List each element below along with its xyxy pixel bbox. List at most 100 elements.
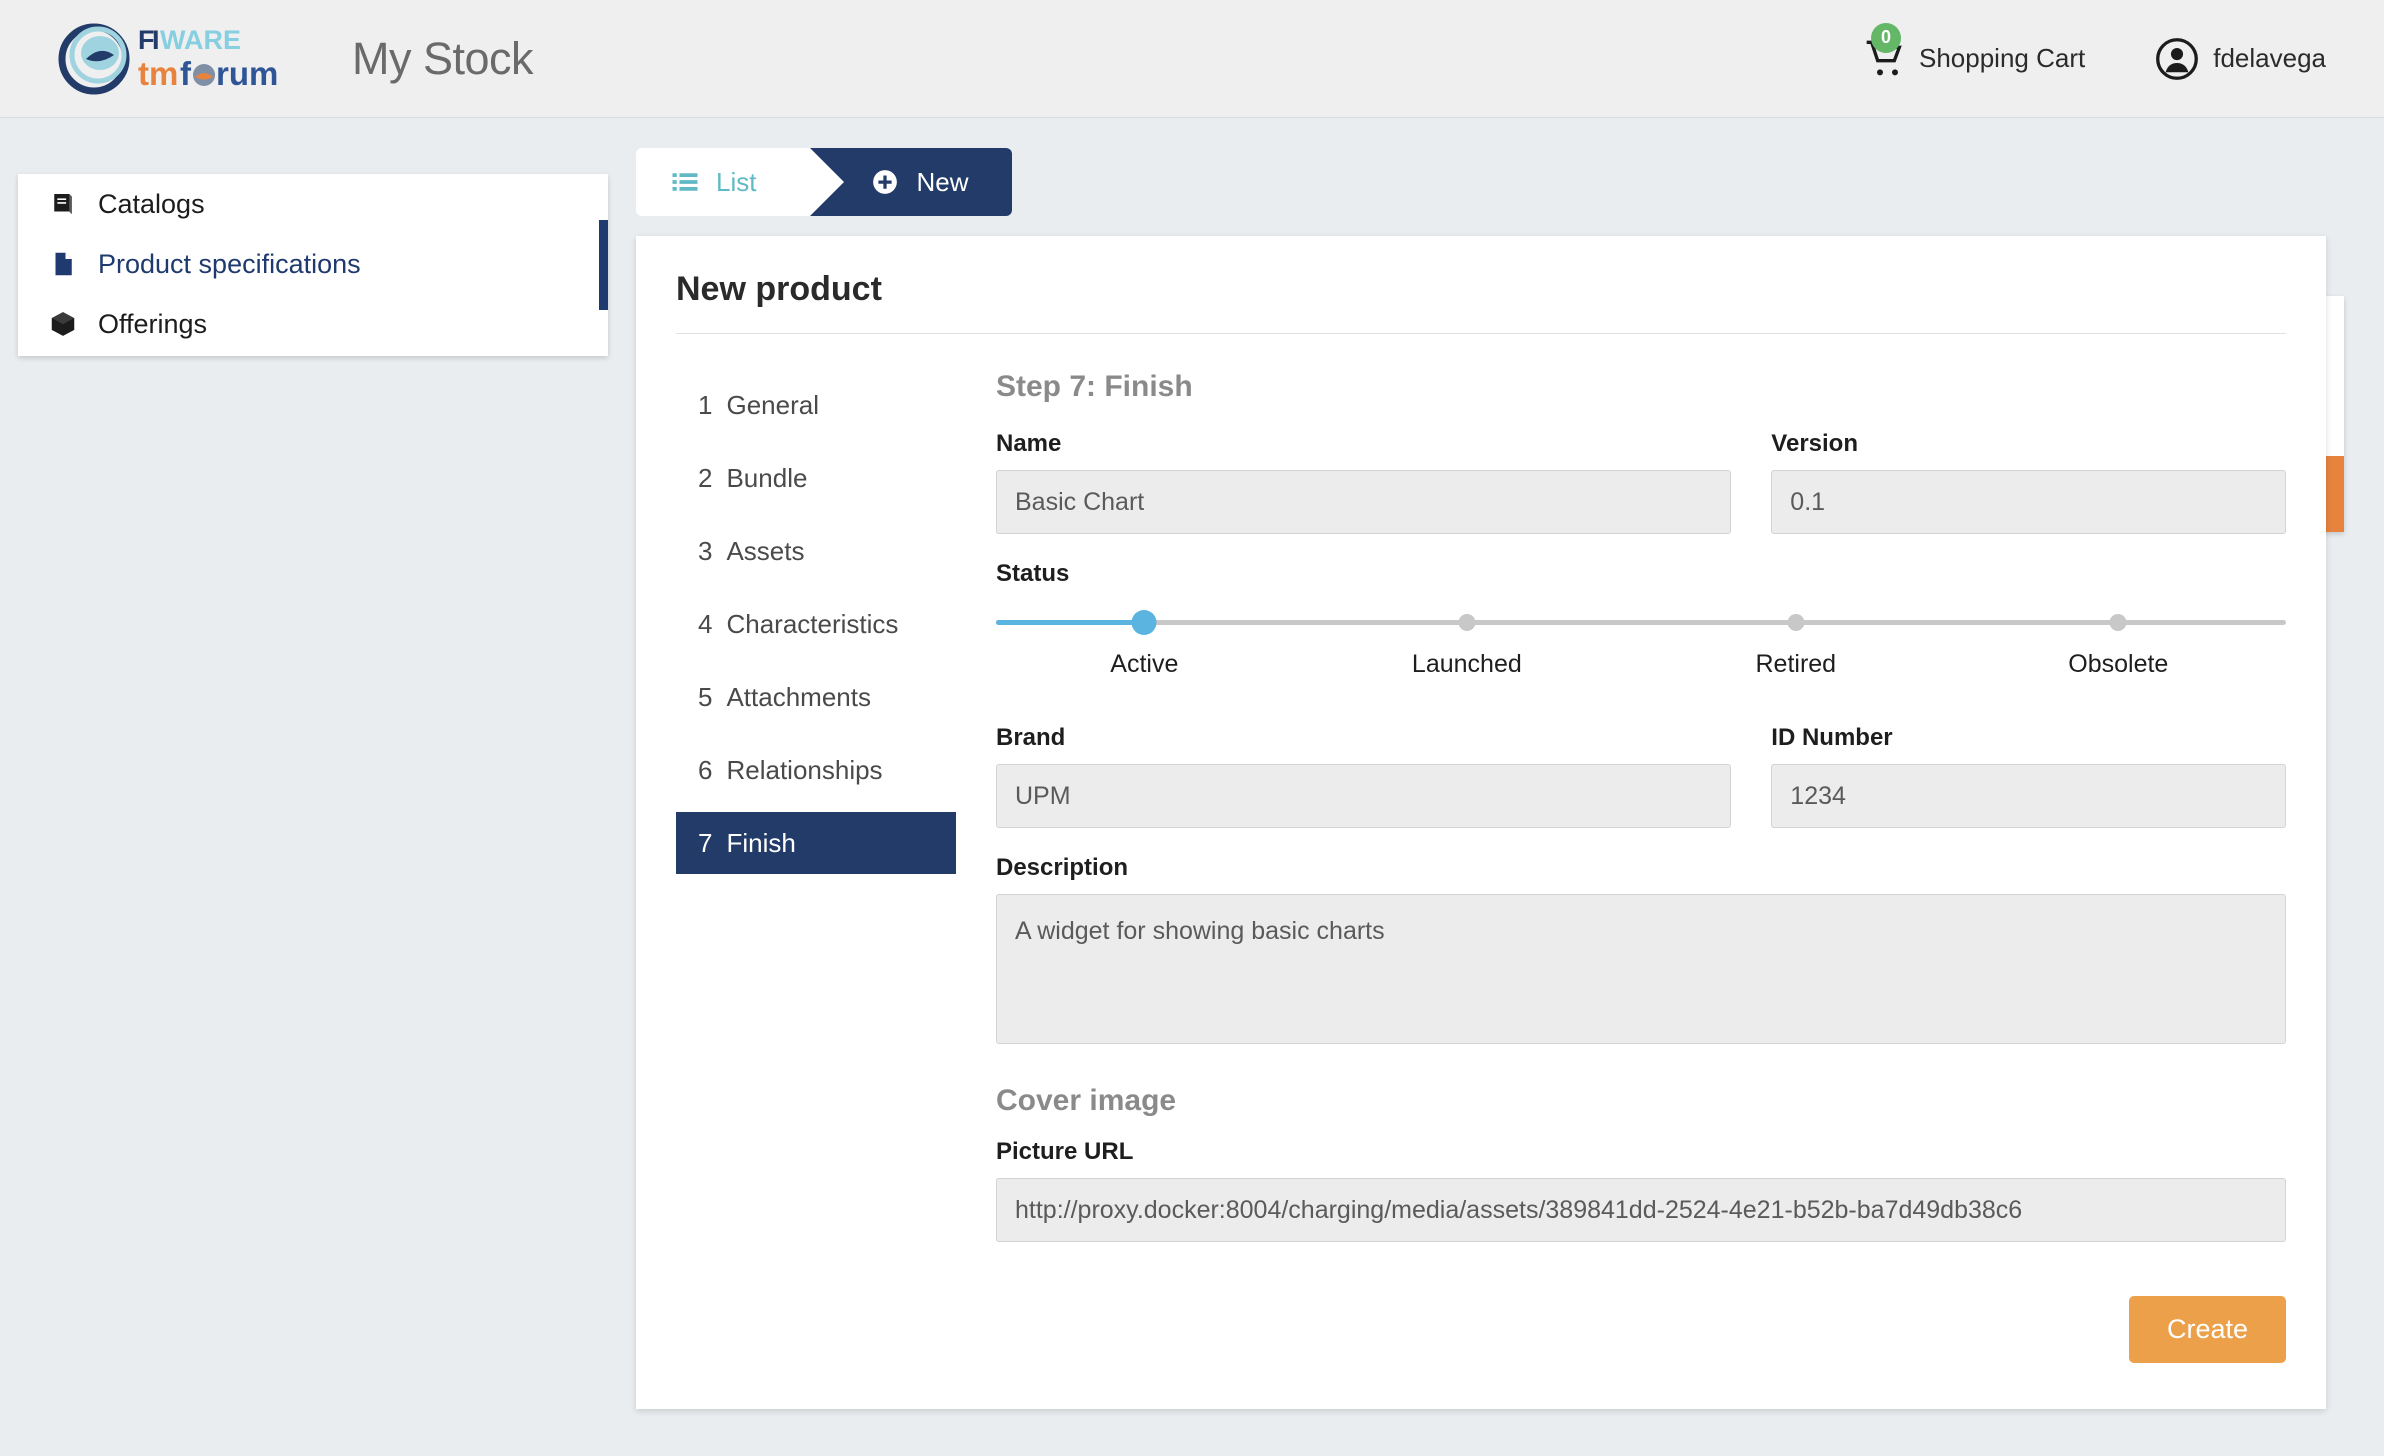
version-label: Version [1771, 430, 1859, 457]
step-label: Bundle [726, 462, 808, 493]
shopping-cart-label: Shopping Cart [1919, 43, 2086, 73]
finish-form: Step 7: Finish Name Basic Chart Version … [956, 368, 2286, 1363]
card-body: 1 General 2 Bundle 3 Assets 4 Characteri… [676, 368, 2286, 1363]
version-input[interactable]: 0.1 [1771, 470, 2286, 534]
sidebar-item-product-specifications-label: Product specifications [98, 248, 361, 279]
step-item-general[interactable]: 1 General [676, 374, 956, 436]
sidebar-item-offerings-label: Offerings [98, 308, 208, 339]
step-number: 7 [698, 827, 713, 858]
tab-list[interactable]: List [636, 148, 846, 216]
step-label: Relationships [726, 754, 883, 785]
status-label-retired: Retired [1755, 650, 1837, 678]
description-label: Description [996, 854, 1129, 881]
brand-input[interactable]: UPM [996, 764, 1732, 828]
version-field-group: Version 0.1 [1771, 430, 2286, 534]
slider-fill [996, 620, 1145, 625]
tab-new-label: New [916, 166, 969, 197]
main-panel: List New New product 1 General 2 Bundle [636, 148, 2326, 1409]
svg-text:f: f [180, 55, 192, 92]
user-avatar-icon [2156, 37, 2199, 80]
user-name-label: fdelavega [2213, 43, 2326, 73]
shopping-cart-button[interactable]: 0 Shopping Cart [1865, 22, 2086, 79]
description-field-group: Description A widget for showing basic c… [996, 854, 2286, 1044]
step-number: 5 [698, 681, 713, 712]
name-version-row: Name Basic Chart Version 0.1 [996, 430, 2286, 534]
sidebar-item-product-specifications[interactable]: Product specifications [18, 234, 608, 294]
step-item-relationships[interactable]: 6 Relationships [676, 739, 956, 801]
status-field-group: Status Active Launched Retired Obsolete [996, 560, 2286, 698]
picture-url-field-group: Picture URL http://proxy.docker:8004/cha… [996, 1138, 2286, 1242]
file-icon [55, 252, 72, 276]
sidebar: Home My inventory My stoc [18, 148, 2344, 532]
brand-area: F I WARE tm f rum My Stock [0, 19, 534, 99]
brand-field-group: Brand UPM [996, 724, 1732, 828]
status-label-obsolete: Obsolete [2068, 650, 2169, 678]
plus-circle-icon [873, 170, 898, 194]
step-item-finish[interactable]: 7 Finish [676, 812, 956, 874]
step-item-bundle[interactable]: 2 Bundle [676, 447, 956, 509]
status-tick-retired[interactable] [1787, 614, 1805, 631]
step-label: Finish [726, 827, 796, 858]
step-number: 1 [698, 389, 713, 420]
list-icon [672, 173, 698, 191]
picture-url-input[interactable]: http://proxy.docker:8004/charging/media/… [996, 1178, 2286, 1242]
status-label: Status [996, 560, 1070, 587]
header-actions: 0 Shopping Cart fdelavega [1865, 22, 2384, 81]
step-label: General [726, 389, 819, 420]
svg-text:WARE: WARE [160, 25, 241, 55]
step-item-characteristics[interactable]: 4 Characteristics [676, 593, 956, 655]
svg-text:rum: rum [216, 55, 278, 92]
app-title: My Stock [352, 32, 534, 84]
fiware-tmforum-logo-icon: F I WARE tm f rum [58, 23, 278, 94]
step-number: 2 [698, 462, 713, 493]
cube-icon [51, 312, 75, 336]
brand-label: Brand [996, 724, 1066, 751]
status-label-launched: Launched [1411, 650, 1522, 678]
sidebar-secondary-card: Catalogs Product specifications Offering… [18, 174, 608, 356]
status-tick-obsolete[interactable] [2109, 614, 2127, 631]
cover-image-heading: Cover image [996, 1084, 1177, 1117]
step-item-assets[interactable]: 3 Assets [676, 520, 956, 582]
step-list: 1 General 2 Bundle 3 Assets 4 Characteri… [676, 368, 956, 1363]
name-label: Name [996, 430, 1062, 457]
tab-list-label: List [716, 166, 757, 197]
name-field-group: Name Basic Chart [996, 430, 1732, 534]
id-number-input[interactable]: 1234 [1771, 764, 2286, 828]
step-number: 6 [698, 754, 713, 785]
svg-text:I: I [152, 25, 160, 55]
breadcrumb: List New [636, 148, 2326, 216]
step-label: Assets [726, 535, 805, 566]
step-heading: Step 7: Finish [996, 370, 1193, 403]
page-title: New product [676, 270, 2286, 334]
app-header: F I WARE tm f rum My Stock 0 Shopping Ca… [0, 0, 2384, 118]
id-number-field-group: ID Number 1234 [1771, 724, 2286, 828]
form-actions: Create [996, 1296, 2286, 1363]
description-textarea[interactable]: A widget for showing basic charts [996, 894, 2286, 1044]
new-product-card: New product 1 General 2 Bundle 3 Assets … [636, 236, 2326, 1409]
name-input[interactable]: Basic Chart [996, 470, 1732, 534]
picture-url-label: Picture URL [996, 1138, 1134, 1165]
status-tick-launched[interactable] [1458, 614, 1476, 631]
sidebar-item-catalogs-label: Catalogs [98, 188, 205, 219]
sidebar-item-offerings[interactable]: Offerings [18, 294, 608, 354]
step-label: Characteristics [726, 608, 899, 639]
id-number-label: ID Number [1771, 724, 1893, 751]
step-number: 4 [698, 608, 713, 639]
book-icon [54, 194, 72, 214]
user-menu-button[interactable]: fdelavega [2155, 37, 2326, 81]
svg-text:tm: tm [138, 55, 178, 92]
brand-id-row: Brand UPM ID Number 1234 [996, 724, 2286, 828]
status-tick-active[interactable] [1131, 610, 1157, 635]
step-item-attachments[interactable]: 5 Attachments [676, 666, 956, 728]
step-number: 3 [698, 535, 713, 566]
sidebar-item-catalogs[interactable]: Catalogs [18, 174, 608, 234]
fiware-tmforum-logo[interactable]: F I WARE tm f rum [52, 19, 330, 99]
create-button[interactable]: Create [2128, 1296, 2286, 1363]
cart-count-badge: 0 [1871, 22, 1901, 53]
step-label: Attachments [726, 681, 871, 712]
active-section-indicator [599, 220, 608, 310]
status-label-active: Active [1110, 650, 1179, 678]
slider-track [996, 620, 2286, 625]
cart-icon-wrap: 0 [1865, 22, 1905, 79]
status-slider[interactable]: Active Launched Retired Obsolete [996, 602, 2286, 698]
